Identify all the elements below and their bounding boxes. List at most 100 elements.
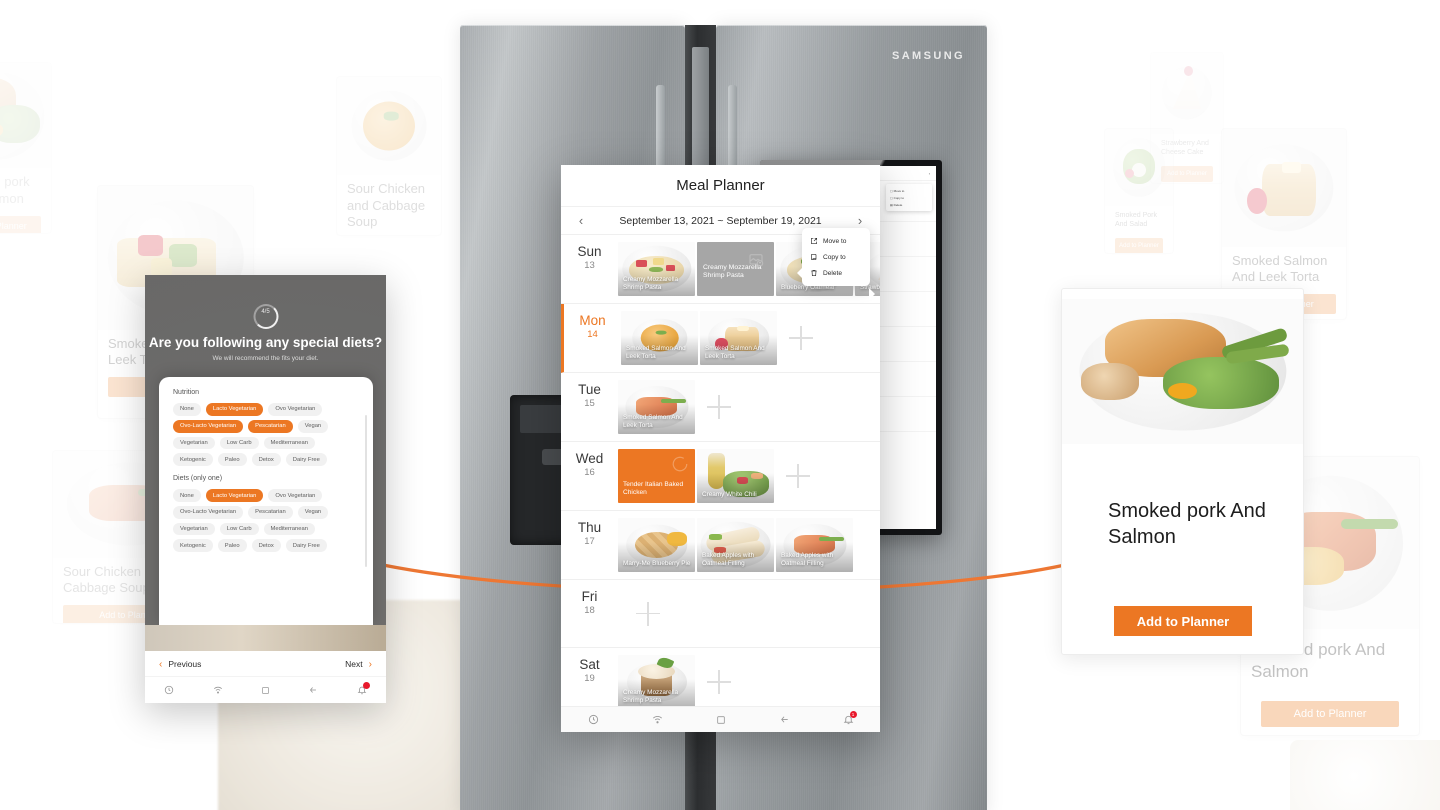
meal-thumbnail[interactable]: Smoked Salmon And Leek Torta — [621, 311, 698, 365]
day-label: Thu 17 — [561, 511, 618, 579]
diet-chip[interactable]: Ovo Vegetarian — [268, 403, 323, 416]
add-to-planner-button[interactable]: Add to Planner — [1261, 700, 1399, 727]
recents-icon[interactable] — [261, 686, 270, 695]
diet-chip[interactable]: Mediterranean — [263, 436, 315, 450]
add-to-planner-button[interactable]: Add to Planner — [1114, 606, 1252, 636]
meal-thumbnail[interactable]: Creamy White Chili — [697, 449, 774, 503]
meal-label: Baked Apples with Oatmeal Filling — [702, 552, 755, 567]
diet-chip[interactable]: Ketogenic — [173, 539, 213, 553]
diet-chip[interactable]: Vegan — [297, 505, 329, 519]
recents-icon[interactable] — [716, 715, 726, 725]
meal-thumbnail-dragging[interactable]: Creamy Mozzarella Shrimp Pasta — [697, 242, 774, 296]
day-number: 17 — [584, 536, 595, 548]
notification-badge — [362, 682, 370, 689]
meal-thumbnail[interactable]: Marry-Me Blueberry Pie — [618, 518, 695, 572]
recipe-thumbnail — [1105, 129, 1173, 206]
add-to-planner-button[interactable]: Add to Planner — [0, 215, 41, 233]
diet-chip[interactable]: Dairy Free — [285, 539, 327, 553]
clock-icon[interactable] — [588, 714, 599, 725]
section-label-nutrition: Nutrition — [173, 389, 200, 396]
diet-chip[interactable]: None — [173, 403, 201, 416]
diet-chip[interactable]: Ketogenic — [173, 453, 213, 467]
add-meal-button[interactable] — [707, 670, 731, 694]
add-meal-button[interactable] — [707, 395, 731, 419]
meal-label: Marry-Me Blueberry Pie — [623, 560, 691, 567]
diet-chip[interactable]: Vegetarian — [173, 436, 215, 450]
recipe-thumbnail — [0, 63, 51, 169]
chevron-right-icon[interactable]: › — [852, 213, 868, 228]
diet-chip[interactable]: Detox — [251, 539, 281, 553]
section-label-diets: Diets (only one) — [173, 475, 223, 483]
diet-chip[interactable]: Paleo — [217, 453, 247, 467]
diet-chip[interactable]: Mediterranean — [263, 522, 315, 536]
add-meal-button[interactable] — [636, 601, 660, 626]
wifi-icon[interactable] — [213, 685, 223, 695]
diet-chip[interactable]: Low Carb — [219, 436, 259, 450]
chevron-left-icon[interactable]: ‹ — [573, 213, 589, 228]
next-button[interactable]: Next — [345, 659, 362, 669]
diet-chip[interactable]: Lacto Vegetarian — [205, 489, 264, 502]
featured-recipe-image — [1062, 299, 1303, 444]
back-icon[interactable] — [779, 714, 790, 725]
day-name: Wed — [575, 451, 604, 466]
loading-icon — [672, 456, 688, 472]
diet-chip[interactable]: Ovo-Lacto Vegetarian — [173, 505, 244, 519]
meal-thumbnail[interactable]: Baked Apples with Oatmeal Filling — [776, 518, 853, 572]
notification-bell-icon[interactable]: 1 — [843, 711, 857, 725]
diet-chip[interactable]: Ovo Vegetarian — [268, 489, 323, 502]
context-menu-item-copy-to[interactable]: Copy to — [802, 249, 870, 265]
diet-chip[interactable]: Pescatarian — [248, 419, 293, 433]
clock-icon[interactable] — [164, 685, 174, 695]
meal-label: Creamy Mozzarella Shrimp Pasta — [623, 689, 679, 704]
diet-chip[interactable]: Dairy Free — [285, 453, 327, 467]
meal-thumbnail[interactable]: Smoked Salmon And Leek Torta — [618, 380, 695, 434]
diet-chip[interactable]: Lacto Vegetarian — [205, 403, 264, 416]
wifi-icon[interactable] — [652, 714, 663, 725]
diet-chip[interactable]: Vegetarian — [173, 522, 215, 536]
screenshot-stage: Smoked pork And Salmon Add to Planner So… — [0, 0, 1440, 810]
meal-thumbnail[interactable]: Creamy Mozzarella Shrimp Pasta — [618, 655, 695, 709]
context-menu-tail-left — [797, 268, 802, 278]
day-number: 19 — [584, 673, 595, 685]
diet-chip[interactable]: Paleo — [217, 539, 247, 553]
recipe-title: Sour Chicken and Cabbage Soup — [347, 180, 426, 230]
notification-badge: 1 — [849, 711, 857, 718]
add-meal-button[interactable] — [786, 464, 810, 488]
recipe-thumbnail — [337, 77, 441, 175]
day-label: Tue 15 — [561, 373, 618, 441]
week-range-label: September 13, 2021 ~ September 19, 2021 — [619, 214, 822, 227]
add-to-planner-button[interactable]: Add to Planner — [1115, 237, 1163, 253]
previous-button[interactable]: Previous — [168, 659, 201, 669]
diet-chip[interactable]: Vegan — [297, 419, 329, 433]
chevron-left-icon: ‹ — [159, 658, 163, 670]
add-meal-button[interactable] — [789, 326, 813, 350]
diet-chip[interactable]: Pescatarian — [248, 505, 293, 519]
day-name: Thu — [577, 520, 602, 535]
meal-thumbnail-highlighted[interactable]: Tender Italian Baked Chicken — [618, 449, 695, 503]
diet-chip[interactable]: Ovo-Lacto Vegetarian — [173, 419, 244, 433]
featured-recipe-card: Smoked pork And Salmon Add to Planner — [1061, 288, 1304, 655]
context-menu-tail-right — [869, 288, 875, 300]
diet-options-sheet: Nutrition None Lacto Vegetarian Ovo Vege… — [159, 377, 373, 625]
back-icon[interactable] — [308, 685, 318, 695]
copy-to-icon — [810, 253, 818, 261]
diet-chip[interactable]: Low Carb — [219, 522, 259, 536]
day-name: Fri — [581, 589, 598, 604]
meal-thumbnail[interactable]: Baked Apples with Oatmeal Filling — [697, 518, 774, 572]
context-menu-item-move-to[interactable]: Move to — [802, 233, 870, 249]
day-label: Sun 13 — [561, 235, 618, 303]
diet-chip[interactable]: Detox — [251, 453, 281, 467]
nutrition-chip-group: None Lacto Vegetarian Ovo Vegetarian Ovo… — [173, 403, 359, 467]
notification-bell-icon[interactable] — [357, 682, 370, 695]
sheet-scrollbar[interactable] — [365, 415, 367, 567]
diet-chip[interactable]: None — [173, 489, 201, 502]
meal-thumbnail[interactable]: Smoked Salmon And Leek Torta — [700, 311, 777, 365]
samsung-logo: SAMSUNG — [891, 50, 965, 62]
background-recipe-card: Smoked pork And Salmon Add to Planner — [0, 62, 52, 234]
context-menu-item-delete[interactable]: Delete — [802, 265, 870, 281]
diet-wizard-navbar: ‹ Previous Next › — [145, 651, 386, 677]
day-name: Mon — [579, 313, 606, 328]
trash-icon — [810, 269, 818, 277]
day-name: Tue — [578, 382, 601, 397]
meal-thumbnail[interactable]: Creamy Mozzarella Shrimp Pasta — [618, 242, 695, 296]
